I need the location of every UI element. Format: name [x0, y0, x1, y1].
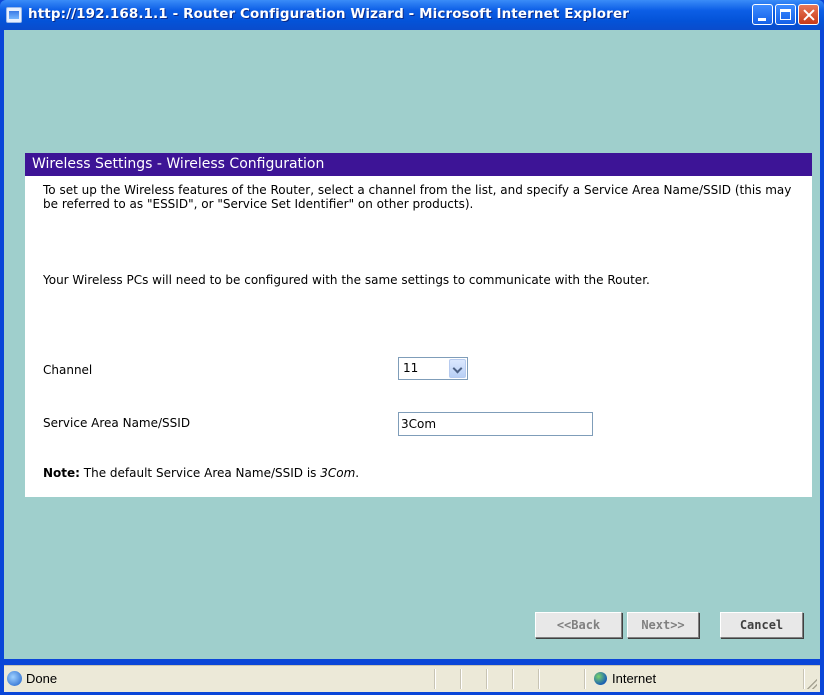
back-button[interactable]: <<Back — [535, 612, 622, 638]
ie-status-icon — [7, 671, 22, 686]
chevron-down-icon[interactable] — [449, 359, 466, 378]
title-bar[interactable]: http://192.168.1.1 - Router Configuratio… — [0, 0, 824, 30]
channel-select[interactable]: 11 — [398, 357, 468, 380]
ssid-label: Service Area Name/SSID — [43, 416, 191, 430]
next-button[interactable]: Next>> — [627, 612, 699, 638]
maximize-icon[interactable] — [775, 4, 796, 25]
window-title: http://192.168.1.1 - Router Configuratio… — [28, 6, 629, 22]
globe-icon — [594, 672, 607, 685]
note-text: Note: The default Service Area Name/SSID… — [43, 466, 359, 480]
status-divider — [512, 669, 514, 689]
note-end: . — [355, 466, 360, 480]
resize-grip-icon[interactable] — [807, 679, 817, 689]
note-default-value: 3Com — [320, 466, 356, 480]
status-divider — [538, 669, 540, 689]
channel-value: 11 — [403, 361, 419, 375]
status-divider — [803, 669, 805, 689]
wizard-panel: To set up the Wireless features of the R… — [25, 176, 812, 497]
instruction-text: Your Wireless PCs will need to be config… — [43, 273, 650, 287]
security-zone: Internet — [612, 671, 657, 686]
close-icon[interactable] — [798, 4, 819, 25]
intro-text: To set up the Wireless features of the R… — [43, 183, 792, 211]
status-divider — [434, 669, 436, 689]
minimize-icon[interactable] — [752, 4, 773, 25]
channel-label: Channel — [43, 363, 93, 377]
status-divider — [584, 669, 586, 689]
ssid-input[interactable] — [398, 412, 593, 436]
wizard-header: Wireless Settings - Wireless Configurati… — [25, 153, 812, 176]
note-body: The default Service Area Name/SSID is — [79, 466, 321, 480]
page-content: Wireless Settings - Wireless Configurati… — [4, 30, 820, 659]
ie-page-icon — [6, 7, 22, 23]
status-text: Done — [26, 671, 58, 686]
status-divider — [486, 669, 488, 689]
browser-window: http://192.168.1.1 - Router Configuratio… — [0, 0, 824, 695]
cancel-button[interactable]: Cancel — [720, 612, 803, 638]
note-label: Note: — [43, 466, 80, 480]
status-divider — [460, 669, 462, 689]
status-bar: Done Internet — [4, 665, 820, 692]
